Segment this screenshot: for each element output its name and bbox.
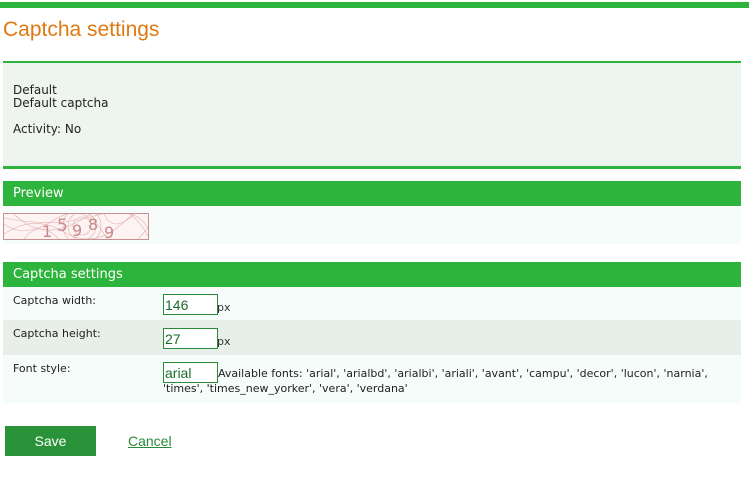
- preview-header: Preview: [3, 181, 741, 206]
- activity-label: Activity:: [13, 122, 62, 136]
- activity-status: Activity: No: [13, 122, 81, 136]
- preview-area: 1 5 9 8 9: [3, 207, 741, 244]
- captcha-info-box: Default Default captcha Activity: No: [3, 61, 741, 169]
- captcha-name: Default: [13, 83, 57, 97]
- top-accent-bar: [0, 2, 749, 8]
- captcha-noise-graphic: 1 5 9 8 9: [4, 214, 148, 239]
- captcha-char-3: 9: [72, 221, 82, 239]
- activity-value: No: [64, 122, 82, 136]
- cancel-link[interactable]: Cancel: [128, 433, 172, 449]
- height-row: Captcha height: 27 px: [3, 320, 741, 355]
- captcha-char-4: 8: [88, 215, 98, 234]
- page-title: Captcha settings: [3, 18, 160, 41]
- save-button[interactable]: Save: [5, 426, 96, 456]
- captcha-description: Default captcha: [13, 96, 109, 110]
- captcha-char-5: 9: [104, 223, 114, 239]
- font-row: Font style: arial Available fonts: 'aria…: [3, 355, 741, 403]
- captcha-width-input[interactable]: 146: [163, 294, 218, 315]
- width-label: Captcha width:: [13, 294, 96, 307]
- width-unit: px: [217, 301, 231, 314]
- available-fonts-text: Available fonts: 'arial', 'arialbd', 'ar…: [163, 367, 708, 395]
- height-label: Captcha height:: [13, 327, 101, 340]
- height-unit: px: [217, 335, 231, 348]
- captcha-char-1: 1: [42, 222, 52, 239]
- captcha-preview-image: 1 5 9 8 9: [3, 213, 149, 240]
- captcha-height-input[interactable]: 27: [163, 328, 218, 349]
- captcha-char-2: 5: [57, 216, 68, 236]
- captcha-settings-header: Captcha settings: [3, 262, 741, 287]
- width-row: Captcha width: 146 px: [3, 287, 741, 320]
- font-style-label: Font style:: [13, 362, 71, 375]
